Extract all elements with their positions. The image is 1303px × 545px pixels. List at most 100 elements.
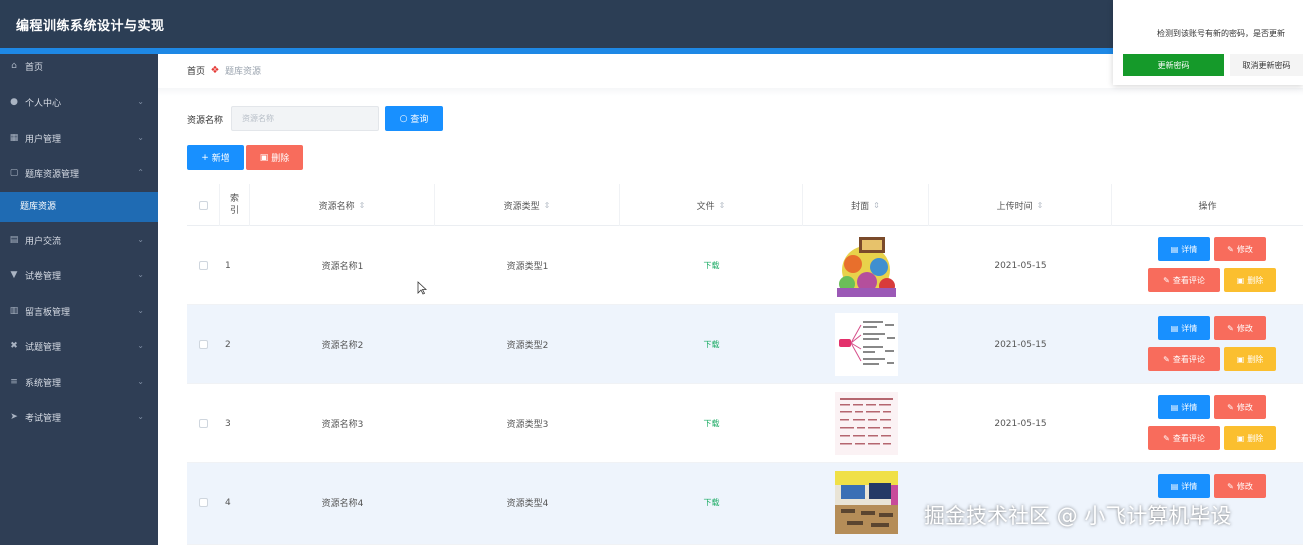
sort-icon: ⇕ <box>873 200 880 210</box>
sidebar-item-label: 首页 <box>25 62 44 73</box>
file-cell: 下载 <box>620 463 803 542</box>
delete-button[interactable]: ▣ 删除 <box>246 145 303 170</box>
file-header-label: 文件 <box>696 201 715 212</box>
name-header-label: 资源名称 <box>318 201 355 212</box>
edit-button[interactable]: ✎ 修改 <box>1214 395 1266 419</box>
cancel-update-button[interactable]: 取消更新密码 <box>1230 54 1303 76</box>
sidebar-item-message-board[interactable]: ▥ 留言板管理 ⌄ <box>0 293 158 329</box>
query-button[interactable]: ○ 查询 <box>385 106 443 131</box>
view-comments-label: 查看评论 <box>1172 354 1205 364</box>
mouse-cursor-icon <box>417 281 427 295</box>
column-header-name[interactable]: 资源名称 ⇕ <box>250 184 435 226</box>
index-cell: 2 <box>225 339 231 350</box>
add-button[interactable]: + 新增 <box>187 145 244 170</box>
board-icon: ▥ <box>9 306 19 316</box>
sort-icon: ⇕ <box>1036 200 1044 210</box>
actions-header-label: 操作 <box>1198 201 1217 212</box>
edit-icon: ✎ <box>1227 481 1234 491</box>
table-row: 2 资源名称2 资源类型2 下载 2021-05-15 ▤ 详情 ✎ 修改 ✎ … <box>187 305 1303 384</box>
edit-button[interactable]: ✎ 修改 <box>1214 316 1266 340</box>
edit-button[interactable]: ✎ 修改 <box>1214 474 1266 498</box>
detail-button[interactable]: ▤ 详情 <box>1158 395 1210 419</box>
home-icon: ⌂ <box>11 61 17 71</box>
chevron-down-icon: ⌄ <box>137 133 144 142</box>
row-checkbox[interactable] <box>199 340 208 349</box>
type-cell: 资源类型3 <box>506 420 549 430</box>
trash-icon: ▣ <box>259 152 269 163</box>
row-select-cell <box>187 463 220 542</box>
sidebar-item-questions[interactable]: ✖ 试题管理 ⌄ <box>0 328 158 364</box>
sidebar-subitem-resource-library[interactable]: 题库资源 <box>0 192 158 222</box>
view-comments-button[interactable]: ✎ 查看评论 <box>1148 426 1220 450</box>
sidebar-item-papers[interactable]: ▼ 试卷管理 ⌄ <box>0 257 158 293</box>
detail-button-label: 详情 <box>1181 244 1198 254</box>
sidebar-item-system[interactable]: ≡ 系统管理 ⌄ <box>0 364 158 400</box>
breadcrumb-home[interactable]: 首页 <box>187 64 205 77</box>
cover-image[interactable] <box>834 392 898 455</box>
download-link[interactable]: 下载 <box>704 418 720 429</box>
add-button-label: 新增 <box>211 154 230 164</box>
row-checkbox[interactable] <box>199 261 208 270</box>
remove-button[interactable]: ▣ 删除 <box>1224 268 1276 292</box>
cover-cell <box>803 305 929 384</box>
view-comments-button[interactable]: ✎ 查看评论 <box>1148 268 1220 292</box>
chevron-down-icon: ⌄ <box>137 270 144 279</box>
chevron-down-icon: ⌄ <box>137 341 144 350</box>
row-checkbox[interactable] <box>199 498 208 507</box>
column-header-upload-time[interactable]: 上传时间 ⇕ <box>929 184 1112 226</box>
remove-button-label: 删除 <box>1247 354 1264 364</box>
detail-button[interactable]: ▤ 详情 <box>1158 316 1210 340</box>
remove-button[interactable]: ▣ 删除 <box>1224 426 1276 450</box>
download-link[interactable]: 下载 <box>704 497 720 508</box>
cover-image[interactable] <box>834 471 898 534</box>
sidebar-item-resources[interactable]: ▢ 题库资源管理 ⌃ <box>0 155 158 191</box>
chevron-down-icon: ⌄ <box>137 306 144 315</box>
edit-button-label: 修改 <box>1236 323 1253 333</box>
sidebar-item-label: 考试管理 <box>25 413 62 424</box>
cover-cell <box>803 384 929 463</box>
sidebar-item-label: 试题管理 <box>25 342 62 353</box>
sidebar-item-users[interactable]: ▦ 用户管理 ⌄ <box>0 120 158 156</box>
top-header: 编程训练系统设计与实现 <box>0 0 1303 48</box>
detail-button[interactable]: ▤ 详情 <box>1158 474 1210 498</box>
cover-image[interactable] <box>834 234 898 297</box>
edit-button-label: 修改 <box>1236 402 1253 412</box>
index-cell: 3 <box>225 418 231 429</box>
trash-icon: ▣ <box>1236 433 1245 443</box>
sidebar: ⌂ 首页 ● 个人中心 ⌄ ▦ 用户管理 ⌄ ▢ 题库资源管理 ⌃ 题库资源 ▤… <box>0 54 158 545</box>
view-comments-label: 查看评论 <box>1172 275 1205 285</box>
sidebar-item-exams[interactable]: ➤ 考试管理 ⌄ <box>0 399 158 435</box>
type-cell: 资源类型2 <box>506 341 549 351</box>
chat-icon: ▤ <box>9 235 19 245</box>
row-select-cell <box>187 305 220 384</box>
column-header-actions: 操作 <box>1112 184 1303 226</box>
remove-button[interactable]: ▣ 删除 <box>1224 347 1276 371</box>
file-cell: 下载 <box>620 384 803 463</box>
update-password-button[interactable]: 更新密码 <box>1123 54 1224 76</box>
file-cell: 下载 <box>620 305 803 384</box>
sidebar-item-home[interactable]: ⌂ 首页 <box>0 48 158 84</box>
download-link[interactable]: 下载 <box>704 260 720 271</box>
sidebar-item-profile[interactable]: ● 个人中心 ⌄ <box>0 84 158 120</box>
search-icon: ○ <box>399 113 408 124</box>
view-comments-button[interactable]: ✎ 查看评论 <box>1148 347 1220 371</box>
sidebar-item-communication[interactable]: ▤ 用户交流 ⌄ <box>0 222 158 258</box>
search-input[interactable]: 资源名称 <box>231 106 379 131</box>
column-header-file[interactable]: 文件 ⇕ <box>620 184 803 226</box>
upload-time-cell: 2021-05-15 <box>994 339 1047 350</box>
column-header-cover[interactable]: 封面 ⇕ <box>803 184 929 226</box>
select-all-checkbox[interactable] <box>198 200 208 210</box>
download-link[interactable]: 下载 <box>704 339 720 350</box>
cover-image[interactable] <box>834 313 898 376</box>
row-actions: ▤ 详情 ✎ 修改 ✎ 查看评论 ▣ 删除 <box>1131 384 1303 463</box>
chevron-up-icon: ⌃ <box>137 168 144 177</box>
cover-header-label: 封面 <box>851 201 870 212</box>
settings-icon: ≡ <box>10 377 18 387</box>
table-header: 索引 资源名称 ⇕ 资源类型 ⇕ 文件 ⇕ 封面 ⇕ 上传时间 ⇕ 操作 <box>187 184 1303 226</box>
type-cell: 资源类型1 <box>506 262 549 272</box>
detail-button[interactable]: ▤ 详情 <box>1158 237 1210 261</box>
row-checkbox[interactable] <box>199 419 208 428</box>
column-header-type[interactable]: 资源类型 ⇕ <box>435 184 620 226</box>
edit-button[interactable]: ✎ 修改 <box>1214 237 1266 261</box>
sidebar-item-label: 题库资源管理 <box>25 169 80 180</box>
